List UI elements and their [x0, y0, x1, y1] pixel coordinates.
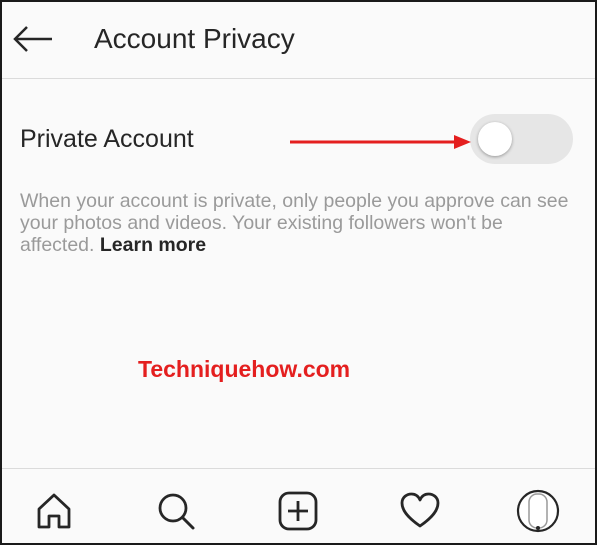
- page-title: Account Privacy: [94, 23, 295, 54]
- watermark: Techniquehow.com: [138, 356, 351, 382]
- screen: Account Privacy Private Account When you…: [0, 0, 597, 545]
- heart-icon: [400, 492, 440, 528]
- private-account-toggle[interactable]: [470, 114, 573, 164]
- header: Account Privacy: [2, 2, 595, 79]
- toggle-knob: [478, 122, 512, 156]
- privacy-description: When your account is private, only peopl…: [20, 190, 580, 256]
- profile-avatar-icon: [516, 489, 560, 533]
- home-icon: [37, 493, 71, 529]
- arrow-left-icon: [13, 26, 52, 52]
- red-arrow-icon: [290, 135, 471, 149]
- add-post-icon: [278, 491, 318, 531]
- search-icon: [158, 493, 195, 530]
- bottom-nav: [2, 468, 595, 543]
- learn-more-link[interactable]: Learn more: [100, 234, 206, 256]
- back-button[interactable]: [10, 16, 56, 62]
- nav-home[interactable]: [30, 487, 78, 535]
- nav-activity[interactable]: [396, 487, 444, 535]
- nav-profile[interactable]: [514, 487, 562, 535]
- nav-search[interactable]: [152, 487, 200, 535]
- nav-add-post[interactable]: [274, 487, 322, 535]
- private-account-label: Private Account: [20, 125, 194, 153]
